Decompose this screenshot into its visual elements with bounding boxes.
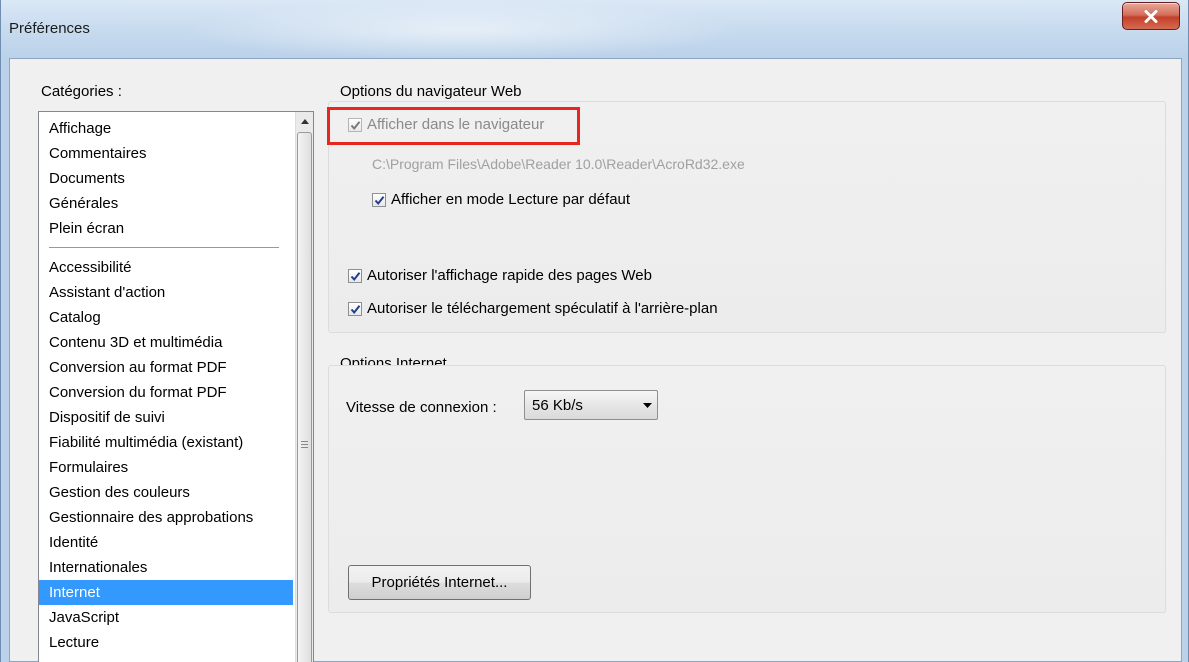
category-item[interactable]: Gestion des couleurs [39,480,293,505]
chevron-down-icon[interactable] [637,402,657,408]
speculative-download-label: Autoriser le téléchargement spéculatif à… [367,300,718,317]
preferences-window: Préférences Catégories : Affichage Commen… [0,0,1189,662]
connection-speed-label: Vitesse de connexion : [346,399,497,416]
close-button[interactable] [1122,2,1180,30]
category-item[interactable]: Fiabilité multimédia (existant) [39,430,293,455]
category-item[interactable]: Lecture [39,630,293,655]
category-item[interactable]: JavaScript [39,605,293,630]
category-item[interactable]: Affichage [39,116,293,141]
category-item[interactable]: Catalog [39,305,293,330]
scroll-thumb[interactable] [297,132,312,662]
category-item[interactable]: Documents [39,166,293,191]
scroll-up-button[interactable] [296,112,313,130]
categories-label: Catégories : [41,83,122,100]
category-item[interactable]: Plein écran [39,216,293,241]
chevron-up-icon [300,118,309,124]
dialog-body: Catégories : Affichage Commentaires Docume… [9,58,1182,662]
category-item[interactable]: Formulaires [39,455,293,480]
highlight-box [327,107,580,145]
fast-web-view-option[interactable]: Autoriser l'affichage rapide des pages W… [348,267,652,284]
grip-icon [301,441,308,448]
read-mode-checkbox[interactable] [372,192,386,207]
speculative-download-checkbox[interactable] [348,301,362,316]
close-icon [1144,9,1158,23]
category-item[interactable]: Conversion au format PDF [39,355,293,380]
category-item[interactable]: Gestionnaire des approbations [39,505,293,530]
category-item[interactable]: Conversion du format PDF [39,380,293,405]
connection-speed-value: 56 Kb/s [532,396,583,414]
fast-web-view-label: Autoriser l'affichage rapide des pages W… [367,267,652,284]
title-bar[interactable]: Préférences [1,0,1188,60]
category-separator [39,241,293,255]
browser-options-title: Options du navigateur Web [340,83,522,100]
categories-listbox[interactable]: Affichage Commentaires Documents Générales P… [38,111,314,662]
window-title: Préférences [9,20,90,37]
category-item[interactable]: Internet [39,580,293,605]
category-item[interactable]: Assistant d'action [39,280,293,305]
categories-list: Affichage Commentaires Documents Générales P… [39,116,293,655]
speculative-download-option[interactable]: Autoriser le téléchargement spéculatif à… [348,300,718,317]
category-item[interactable]: Internationales [39,555,293,580]
category-item[interactable]: Identité [39,530,293,555]
category-item[interactable]: Générales [39,191,293,216]
checkmark-icon [350,304,361,314]
fast-web-view-checkbox[interactable] [348,268,362,283]
internet-properties-button[interactable]: Propriétés Internet... [348,565,531,600]
read-mode-label: Afficher en mode Lecture par défaut [391,191,631,208]
read-mode-option[interactable]: Afficher en mode Lecture par défaut [372,191,630,208]
vertical-scrollbar[interactable] [295,112,313,662]
category-item[interactable]: Contenu 3D et multimédia [39,330,293,355]
category-item[interactable]: Dispositif de suivi [39,405,293,430]
connection-speed-select[interactable]: 56 Kb/s [524,390,658,420]
category-item[interactable]: Accessibilité [39,255,293,280]
checkmark-icon [374,195,385,205]
checkmark-icon [350,271,361,281]
reader-path: C:\Program Files\Adobe\Reader 10.0\Reade… [372,156,745,172]
category-item[interactable]: Commentaires [39,141,293,166]
